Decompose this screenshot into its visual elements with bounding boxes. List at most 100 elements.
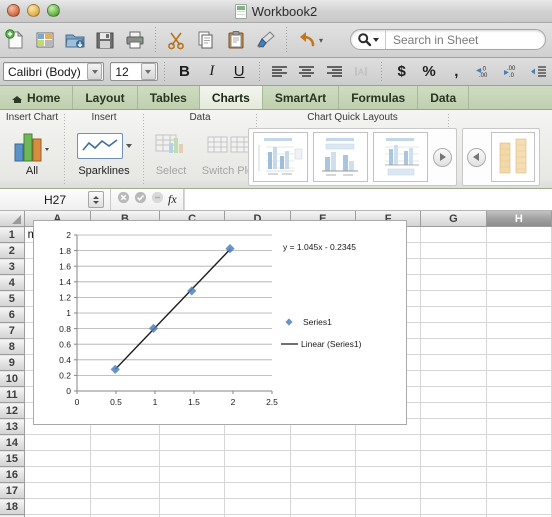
cell-H11[interactable] <box>486 386 552 403</box>
cell-H2[interactable] <box>486 242 552 259</box>
open-folder-icon[interactable] <box>61 26 89 54</box>
cell-H9[interactable] <box>486 354 552 371</box>
scissors-icon[interactable] <box>162 26 190 54</box>
tab-charts[interactable]: Charts <box>199 86 263 109</box>
fx-icon[interactable] <box>151 191 164 209</box>
cell-H14[interactable] <box>486 434 552 451</box>
cell-B16[interactable] <box>90 466 160 483</box>
underline-button[interactable]: U <box>225 61 252 83</box>
cell-H13[interactable] <box>486 418 552 435</box>
clipboard-paste-icon[interactable] <box>222 26 250 54</box>
cell-E14[interactable] <box>290 434 356 451</box>
cell-F17[interactable] <box>355 482 422 499</box>
cell-G9[interactable] <box>420 354 487 371</box>
cell-G13[interactable] <box>420 418 487 435</box>
row-header-7[interactable]: 7 <box>0 322 25 339</box>
row-header-4[interactable]: 4 <box>0 274 25 291</box>
italic-button[interactable]: I <box>198 61 225 83</box>
cell-G3[interactable] <box>420 258 487 275</box>
row-header-11[interactable]: 11 <box>0 386 25 403</box>
row-header-3[interactable]: 3 <box>0 258 25 275</box>
quick-layout-3[interactable] <box>373 132 428 182</box>
font-name-combo[interactable]: Calibri (Body) <box>3 62 105 81</box>
copy-icon[interactable] <box>192 26 220 54</box>
magnifier-icon[interactable] <box>351 30 386 49</box>
increase-decimal-icon[interactable]: .0 .00 <box>470 61 497 83</box>
row-header-13[interactable]: 13 <box>0 418 25 435</box>
cell-G16[interactable] <box>420 466 487 483</box>
cell-H17[interactable] <box>486 482 552 499</box>
cell-E17[interactable] <box>290 482 356 499</box>
row-header-8[interactable]: 8 <box>0 338 25 355</box>
cell-H6[interactable] <box>486 306 552 323</box>
currency-format-button[interactable]: $ <box>388 61 415 83</box>
cell-D18[interactable] <box>224 498 291 515</box>
chevron-down-icon[interactable] <box>140 63 156 80</box>
cell-G5[interactable] <box>420 290 487 307</box>
cell-A17[interactable] <box>24 482 91 499</box>
cell-E18[interactable] <box>290 498 356 515</box>
cell-H12[interactable] <box>486 402 552 419</box>
cell-A18[interactable] <box>24 498 91 515</box>
cell-G6[interactable] <box>420 306 487 323</box>
column-header-G[interactable]: G <box>420 211 487 227</box>
name-box[interactable]: H27 <box>0 189 111 210</box>
cell-F16[interactable] <box>355 466 422 483</box>
row-header-18[interactable]: 18 <box>0 498 25 515</box>
select-all-corner[interactable] <box>0 211 25 227</box>
cell-G4[interactable] <box>420 274 487 291</box>
bold-button[interactable]: B <box>171 61 198 83</box>
printer-icon[interactable] <box>121 26 149 54</box>
chart-styles-prev-button[interactable] <box>466 147 486 167</box>
formula-input[interactable] <box>183 189 552 210</box>
cell-G12[interactable] <box>420 402 487 419</box>
save-floppy-icon[interactable] <box>91 26 119 54</box>
cell-H3[interactable] <box>486 258 552 275</box>
new-document-icon[interactable] <box>1 26 29 54</box>
row-header-12[interactable]: 12 <box>0 402 25 419</box>
cell-F14[interactable] <box>355 434 422 451</box>
cell-G1[interactable] <box>420 226 487 243</box>
search-box[interactable]: Search in Sheet <box>350 29 546 50</box>
decrease-decimal-icon[interactable]: .00 .0 <box>497 61 524 83</box>
cell-D15[interactable] <box>224 450 291 467</box>
cell-G7[interactable] <box>420 322 487 339</box>
accept-check-icon[interactable] <box>134 191 147 209</box>
tab-formulas[interactable]: Formulas <box>339 86 419 109</box>
cell-C15[interactable] <box>159 450 226 467</box>
cell-B18[interactable] <box>90 498 160 515</box>
cell-C14[interactable] <box>159 434 226 451</box>
cell-G18[interactable] <box>420 498 487 515</box>
sparklines-button[interactable]: Sparklines <box>71 126 138 177</box>
cell-E15[interactable] <box>290 450 356 467</box>
cell-G2[interactable] <box>420 242 487 259</box>
row-header-10[interactable]: 10 <box>0 370 25 387</box>
tab-layout[interactable]: Layout <box>73 86 138 109</box>
tab-smartart[interactable]: SmartArt <box>263 86 340 109</box>
cell-G8[interactable] <box>420 338 487 355</box>
cell-D16[interactable] <box>224 466 291 483</box>
cell-A15[interactable] <box>24 450 91 467</box>
chart-all-button[interactable]: All <box>3 126 61 177</box>
cell-H7[interactable] <box>486 322 552 339</box>
quick-layout-1[interactable] <box>253 132 308 182</box>
cell-G11[interactable] <box>420 386 487 403</box>
cell-C16[interactable] <box>159 466 226 483</box>
tab-tables[interactable]: Tables <box>138 86 200 109</box>
cell-A16[interactable] <box>24 466 91 483</box>
cell-F15[interactable] <box>355 450 422 467</box>
cell-B14[interactable] <box>90 434 160 451</box>
search-input[interactable]: Search in Sheet <box>393 33 478 47</box>
percent-format-button[interactable]: % <box>415 61 442 83</box>
undo-arrow-icon[interactable] <box>293 26 321 54</box>
row-header-5[interactable]: 5 <box>0 290 25 307</box>
cell-F18[interactable] <box>355 498 422 515</box>
wrap-text-icon[interactable]: A <box>348 61 375 83</box>
chart-style-thumb[interactable] <box>490 132 535 182</box>
cell-G17[interactable] <box>420 482 487 499</box>
cell-B15[interactable] <box>90 450 160 467</box>
row-header-15[interactable]: 15 <box>0 450 25 467</box>
template-gallery-icon[interactable] <box>31 26 59 54</box>
name-box-stepper[interactable] <box>88 191 104 208</box>
cell-H15[interactable] <box>486 450 552 467</box>
